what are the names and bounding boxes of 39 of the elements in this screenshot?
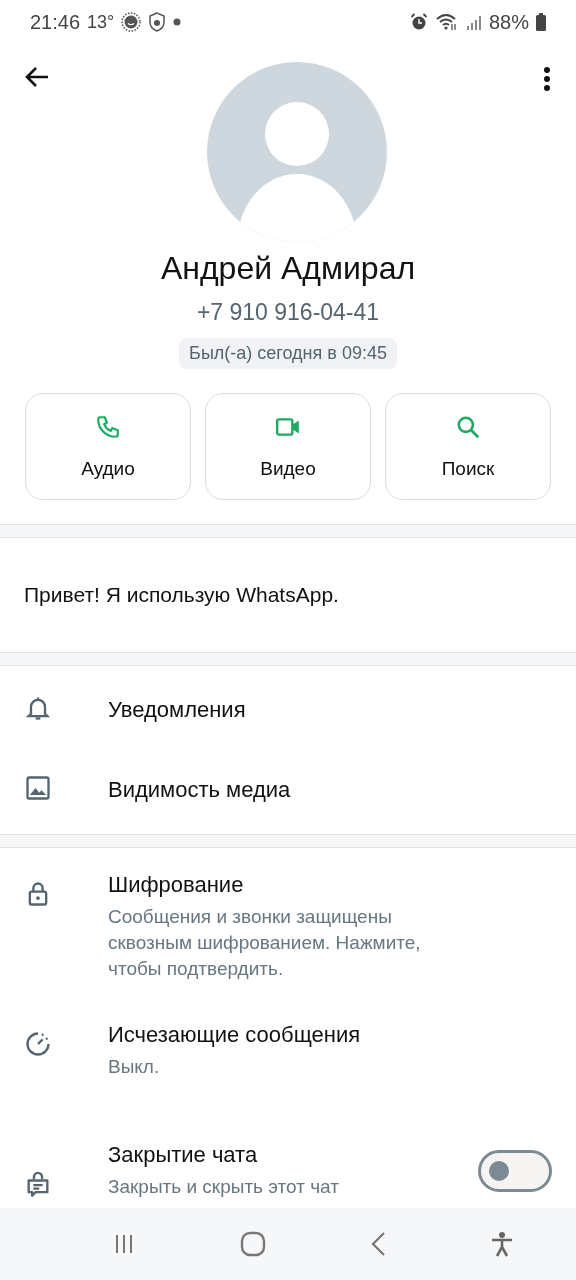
temperature: 13° — [87, 11, 115, 33]
alarm-clock-icon — [409, 13, 428, 31]
row-title: Видимость медиа — [108, 777, 292, 803]
row-subtitle: Выкл. — [108, 1055, 161, 1079]
clock-time: 21:46 — [30, 10, 81, 34]
contact-name: Андрей Адмирал — [160, 250, 416, 287]
home-icon[interactable] — [240, 1231, 266, 1257]
settings-row[interactable]: Шифрование Сообщения и звонки защищены сквозным шифрованием. Нажмите, чтобы подтвердить. — [0, 852, 576, 1002]
accessibility-icon[interactable] — [490, 1231, 514, 1257]
row-subtitle: Закрыть и скрыть этот чат — [108, 1175, 340, 1199]
about-text: Привет! Я использую WhatsApp. — [24, 583, 339, 607]
back-icon[interactable] — [370, 1231, 386, 1257]
settings-row[interactable]: Видимость медиа — [0, 750, 576, 830]
sun-face-icon — [121, 12, 142, 32]
last-seen-badge: Был(-а) сегодня в 09:45 — [179, 338, 397, 369]
row-title: Шифрование — [108, 872, 245, 898]
row-title: Уведомления — [108, 697, 247, 723]
signal-icon — [465, 13, 482, 31]
more-menu-icon[interactable] — [543, 66, 551, 92]
row-title: Исчезающие сообщения — [108, 1022, 362, 1048]
video-button[interactable]: Видео — [205, 393, 371, 500]
settings-row[interactable]: Уведомления — [0, 670, 576, 750]
battery-icon — [536, 13, 546, 31]
toggle-switch[interactable] — [478, 1150, 552, 1192]
phone-icon — [95, 413, 121, 440]
audio-button[interactable]: Аудио — [25, 393, 191, 500]
wifi-icon — [434, 12, 459, 32]
shield-icon — [148, 12, 167, 32]
row-title: Закрытие чата — [108, 1142, 259, 1168]
search-button[interactable]: Поиск — [385, 393, 551, 500]
back-arrow-icon[interactable] — [24, 66, 50, 88]
row-subtitle: Сообщения и звонки защищены сквозным шифрованием. Нажмите, чтобы подтвердить. — [108, 905, 422, 981]
image-icon — [24, 774, 52, 802]
timer-icon — [24, 1030, 52, 1058]
dot-icon — [173, 18, 182, 26]
phone-number: +7 910 916-04-41 — [196, 299, 380, 326]
settings-row[interactable]: Закрытие чата Закрыть и скрыть этот чат — [0, 1122, 576, 1208]
settings-row[interactable]: Исчезающие сообщения Выкл. — [0, 1002, 576, 1122]
battery-percent: 88% — [488, 10, 529, 34]
